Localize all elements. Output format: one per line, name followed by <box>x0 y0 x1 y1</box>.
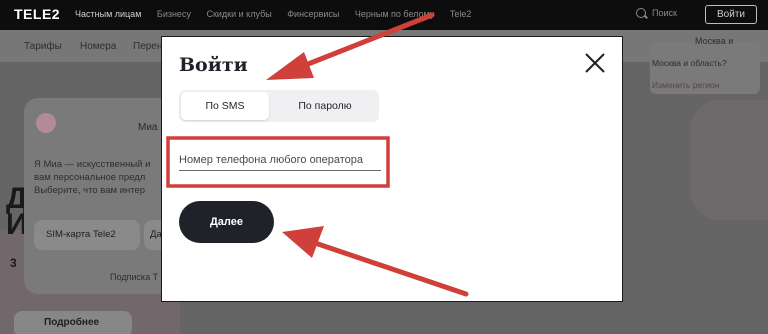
nav-item-discounts[interactable]: Скидки и клубы <box>206 9 271 19</box>
top-nav: Частным лицам Бизнесу Скидки и клубы Фин… <box>75 9 484 19</box>
hero-number: 3 <box>10 256 17 270</box>
login-button[interactable]: Войти <box>705 5 757 24</box>
next-button[interactable]: Далее <box>179 201 274 243</box>
top-bar: TELE2 Частным лицам Бизнесу Скидки и клу… <box>0 0 768 30</box>
region-question: Москва и область? <box>652 58 727 68</box>
subnav-item-transfer[interactable]: Перен <box>133 41 162 52</box>
more-button[interactable]: Подробнее <box>14 311 132 334</box>
nav-item-private[interactable]: Частным лицам <box>75 9 141 19</box>
region-city[interactable]: Москва и <box>695 36 733 46</box>
nav-item-business[interactable]: Бизнесу <box>157 9 191 19</box>
assistant-name: Миа <box>138 122 158 133</box>
search-icon[interactable] <box>636 8 646 18</box>
subscription-link[interactable]: Подписка Т <box>110 272 158 282</box>
nav-item-black-white[interactable]: Черным по белому <box>355 9 434 19</box>
hero-decoration-right <box>690 100 768 220</box>
tele2-logo[interactable]: TELE2 <box>14 6 60 22</box>
close-icon[interactable] <box>584 52 606 74</box>
phone-input[interactable] <box>179 149 381 171</box>
subnav-item-tariffs[interactable]: Тарифы <box>24 41 62 52</box>
nav-item-finservices[interactable]: Финсервисы <box>287 9 339 19</box>
region-change-link[interactable]: Изменить регион <box>652 80 719 90</box>
sim-card-chip[interactable]: SIM-карта Tele2 <box>34 220 140 250</box>
search-label[interactable]: Поиск <box>652 8 677 18</box>
avatar <box>36 113 56 133</box>
login-method-tabs: По SMS По паролю <box>179 90 379 122</box>
assistant-text: Я Миа — искусственный и вам персональное… <box>34 159 151 196</box>
tab-password[interactable]: По паролю <box>273 92 377 120</box>
nav-item-tele2[interactable]: Tele2 <box>450 9 472 19</box>
login-modal: Войти По SMS По паролю Далее <box>161 36 623 302</box>
subnav-item-numbers[interactable]: Номера <box>80 41 116 52</box>
tab-sms[interactable]: По SMS <box>181 92 269 120</box>
modal-title: Войти <box>179 54 248 76</box>
